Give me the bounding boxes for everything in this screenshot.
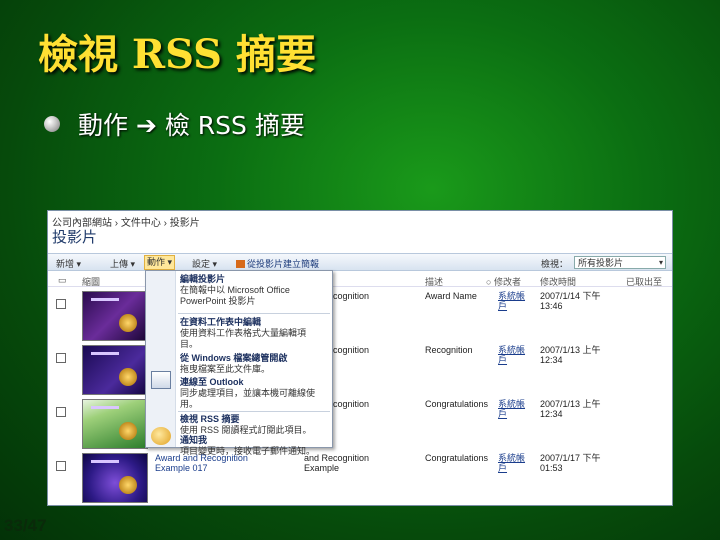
view-label: 檢視： xyxy=(540,259,568,269)
menu-item-title: 從 Windows 檔案總管開啟 xyxy=(180,353,288,363)
actions-dropdown-menu: 編輯投影片 在簡報中以 Microsoft Office PowerPoint … xyxy=(145,270,333,456)
column-header[interactable]: 已取出至 xyxy=(626,275,662,288)
new-menu-button[interactable]: 新增 ▾ xyxy=(56,257,81,270)
menu-divider xyxy=(178,411,330,412)
menu-item-desc: 拖曳檔案至此文件庫。 xyxy=(180,364,271,374)
create-deck-label: 從投影片建立簡報 xyxy=(247,259,320,269)
slide-title: 檢視 RSS 摘要 xyxy=(38,31,316,78)
table-row[interactable]: and Recognition Award Name 系統帳 戶 2007/1/… xyxy=(48,291,672,345)
outlook-icon xyxy=(151,427,171,445)
menu-item-desc: 使用資料工作表格式大量編輯項 目。 xyxy=(180,328,307,349)
sharepoint-screenshot: 公司內部網站 › 文件中心 › 投影片 投影片 新增 ▾ 上傳 ▾ 動作 ▾ 設… xyxy=(47,210,673,506)
menu-item-edit-slides[interactable]: 編輯投影片 在簡報中以 Microsoft Office PowerPoint … xyxy=(180,274,330,307)
row-modified-by[interactable]: 系統帳 戶 xyxy=(498,399,525,419)
row-modified: 2007/1/17 下午 01:53 xyxy=(540,453,601,473)
table-row[interactable]: Award and Recognition Example 017 and Re… xyxy=(48,453,672,505)
column-header[interactable]: 描述 xyxy=(425,275,443,288)
menu-item-title: 檢視 RSS 摘要 xyxy=(180,414,240,424)
datasheet-icon xyxy=(151,371,171,389)
create-deck-button[interactable]: 從投影片建立簡報 xyxy=(236,257,319,270)
row-modified-by[interactable]: 系統帳 戶 xyxy=(498,345,525,365)
row-checkbox[interactable] xyxy=(56,407,66,417)
upload-menu-button[interactable]: 上傳 ▾ xyxy=(110,257,135,270)
settings-menu-button[interactable]: 設定 ▾ xyxy=(192,257,217,270)
column-headers: ▭ 縮圖 描述 ○ 修改者 修改時間 已取出至 xyxy=(48,273,672,287)
menu-item-title: 在資料工作表中編輯 xyxy=(180,317,262,327)
menu-item-edit-datasheet[interactable]: 在資料工作表中編輯 使用資料工作表格式大量編輯項 目。 xyxy=(180,317,330,350)
slide-thumbnail[interactable] xyxy=(82,291,148,341)
menu-item-title: 連線至 Outlook xyxy=(180,377,244,387)
row-modified: 2007/1/13 上午 12:34 xyxy=(540,345,601,365)
column-header[interactable]: 縮圖 xyxy=(82,275,100,288)
slide-thumbnail[interactable] xyxy=(82,345,148,395)
menu-item-title: 編輯投影片 xyxy=(180,274,226,284)
row-modified-by[interactable]: 系統帳 戶 xyxy=(498,453,525,473)
table-row[interactable]: and Recognition Recognition 系統帳 戶 2007/1… xyxy=(48,345,672,399)
slides-icon xyxy=(236,260,245,268)
column-header[interactable]: 修改時間 xyxy=(540,275,576,288)
slide-thumbnail[interactable] xyxy=(82,399,148,449)
row-checkbox[interactable] xyxy=(56,461,66,471)
menu-item-view-rss[interactable]: 檢視 RSS 摘要 使用 RSS 閱讀程式訂閱此項目。 xyxy=(180,414,330,436)
row-modified: 2007/1/13 上午 12:34 xyxy=(540,399,601,419)
row-description: Congratulations xyxy=(425,453,489,463)
menu-item-desc: 項目變更時，接收電子郵件通知。 xyxy=(180,446,316,456)
row-checkbox[interactable] xyxy=(56,353,66,363)
menu-item-title: 通知我 xyxy=(180,435,208,445)
slide-number: 33/47 xyxy=(4,516,47,535)
menu-item-desc: 在簡報中以 Microsoft Office PowerPoint 投影片 xyxy=(180,285,290,306)
view-select[interactable]: 所有投影片 xyxy=(574,256,666,269)
menu-item-connect-outlook[interactable]: 連線至 Outlook 同步處理項目，並讓本機可離線使 用。 xyxy=(180,377,330,410)
menu-item-desc: 同步處理項目，並讓本機可離線使 用。 xyxy=(180,388,316,409)
menu-gutter xyxy=(146,271,176,447)
table-row[interactable]: and Recognition Congratulations 系統帳 戶 20… xyxy=(48,399,672,453)
toolbar: 新增 ▾ 上傳 ▾ 動作 ▾ 設定 ▾ 從投影片建立簡報 檢視： 所有投影片 xyxy=(48,253,672,271)
row-modified-by[interactable]: 系統帳 戶 xyxy=(498,291,525,311)
menu-item-alert-me[interactable]: 通知我 項目變更時，接收電子郵件通知。 xyxy=(180,435,330,457)
row-description: Award Name xyxy=(425,291,477,301)
bullet-icon xyxy=(44,116,60,132)
menu-item-open-explorer[interactable]: 從 Windows 檔案總管開啟 拖曳檔案至此文件庫。 xyxy=(180,353,330,375)
row-checkbox[interactable] xyxy=(56,299,66,309)
row-description: Recognition xyxy=(425,345,473,355)
page-title: 投影片 xyxy=(52,229,98,246)
row-description: Congratulations xyxy=(425,399,489,409)
bullet-text: 動作 ➔ 檢 RSS 摘要 xyxy=(78,111,305,140)
select-all-icon[interactable]: ▭ xyxy=(58,275,67,286)
row-modified: 2007/1/14 下午 13:46 xyxy=(540,291,601,311)
menu-divider xyxy=(178,313,330,314)
actions-menu-button[interactable]: 動作 ▾ xyxy=(144,255,176,270)
bullet-item: 動作 ➔ 檢 RSS 摘要 xyxy=(44,106,305,142)
slide-thumbnail[interactable] xyxy=(82,453,148,503)
column-header[interactable]: ○ 修改者 xyxy=(486,275,521,288)
